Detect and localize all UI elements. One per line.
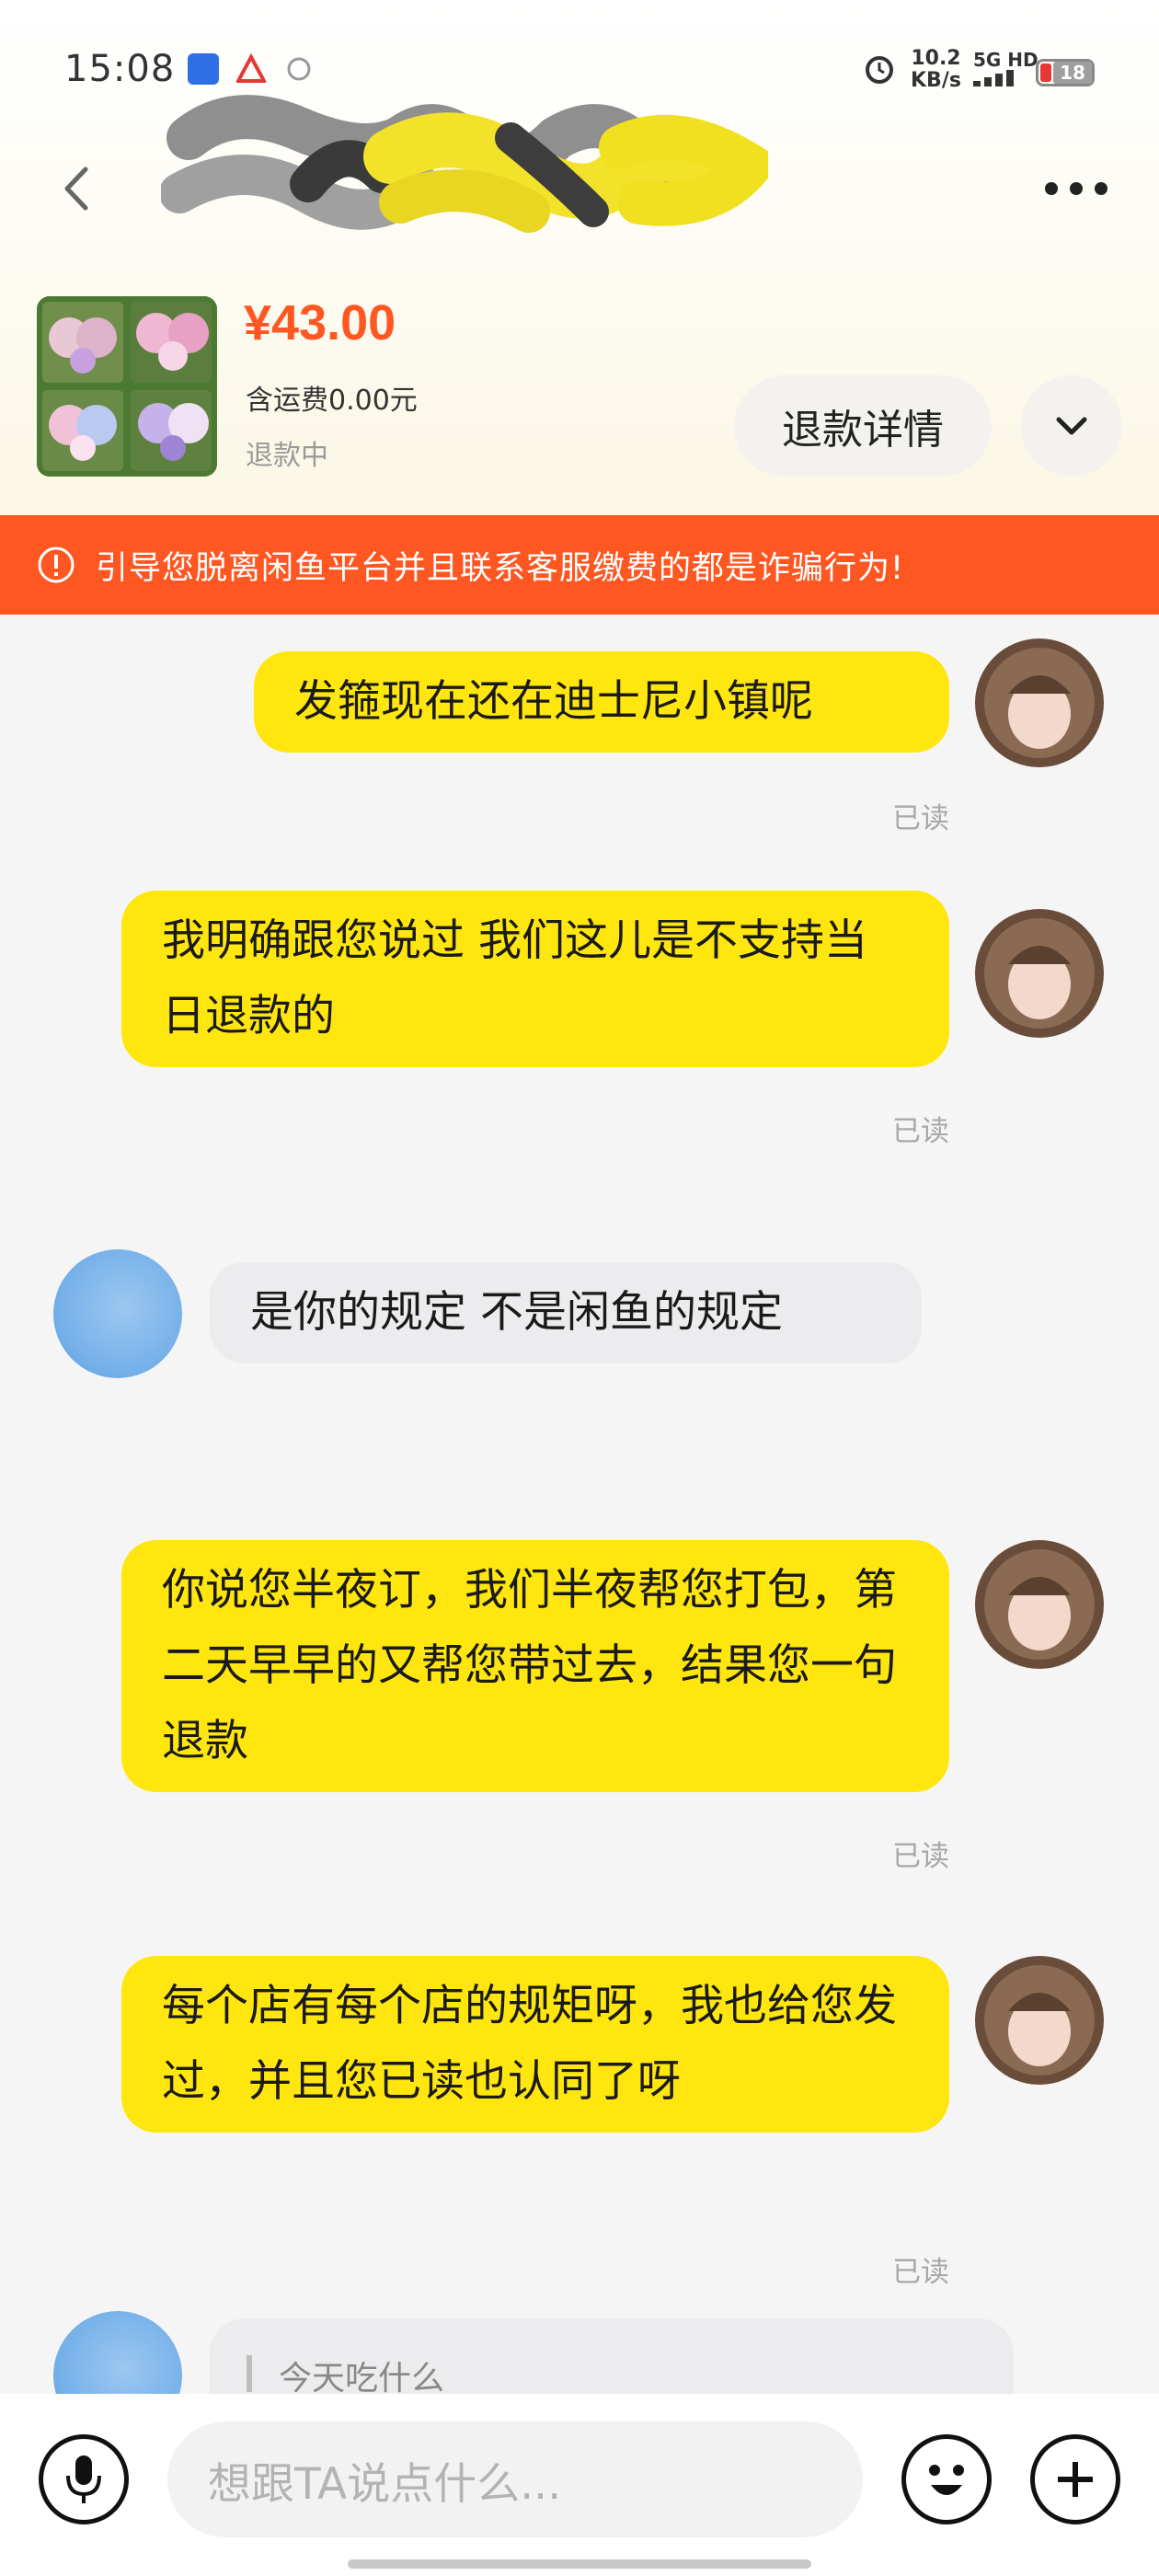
more-actions-button[interactable] bbox=[1030, 2434, 1120, 2524]
avatar-image bbox=[975, 1540, 1104, 1669]
quoted-text: 今天吃什么 bbox=[279, 2360, 445, 2394]
product-thumbnail[interactable] bbox=[37, 296, 217, 477]
message-bubble[interactable]: 我明确跟您说过 我们这儿是不支持当日退款的 bbox=[121, 891, 949, 1067]
back-arrow-icon[interactable] bbox=[51, 156, 106, 221]
voice-input-button[interactable] bbox=[39, 2434, 129, 2524]
message-bubble[interactable]: 是你的规定 不是闲鱼的规定 bbox=[210, 1262, 922, 1363]
my-avatar[interactable] bbox=[975, 909, 1104, 1038]
read-receipt: 已读 bbox=[892, 802, 949, 835]
input-bar: 想跟TA说点什么... bbox=[0, 2394, 1159, 2576]
read-receipt: 已读 bbox=[892, 2256, 949, 2289]
shipping-fee: 含运费0.00元 bbox=[246, 385, 418, 417]
quote-bar bbox=[247, 2355, 252, 2392]
order-status: 退款中 bbox=[246, 440, 328, 472]
chat-header: 15:08 10.2 KB/s 5G HD 18 ¥43.00 含运费0.00元… bbox=[0, 0, 1159, 515]
my-avatar[interactable] bbox=[975, 638, 1104, 767]
signal-bars-icon bbox=[973, 70, 1014, 86]
fraud-warning-banner: 引导您脱离闲鱼平台并且联系客服缴费的都是诈骗行为! bbox=[0, 515, 1159, 615]
network-speed-value: 10.2 bbox=[911, 47, 961, 70]
alarm-icon bbox=[866, 56, 893, 84]
home-indicator[interactable] bbox=[348, 2559, 811, 2569]
network-speed: 10.2 KB/s bbox=[911, 48, 961, 92]
avatar-image bbox=[975, 1956, 1104, 2085]
notification-app-icon bbox=[188, 53, 219, 85]
my-avatar[interactable] bbox=[975, 1540, 1104, 1669]
microphone-icon bbox=[66, 2455, 101, 2503]
warning-text: 引导您脱离闲鱼平台并且联系客服缴费的都是诈骗行为! bbox=[96, 549, 905, 587]
more-options-icon[interactable] bbox=[1035, 166, 1118, 212]
signal-label: 5G HD bbox=[973, 49, 1039, 71]
emoji-button[interactable] bbox=[901, 2434, 992, 2524]
smiley-icon bbox=[929, 2465, 964, 2495]
avatar-image bbox=[975, 638, 1104, 767]
headband-product-image bbox=[37, 296, 217, 477]
read-receipt: 已读 bbox=[892, 1840, 949, 1873]
message-bubble[interactable]: 每个店有每个店的规矩呀，我也给您发过，并且您已读也认同了呀 bbox=[121, 1956, 949, 2133]
network-speed-unit: KB/s bbox=[911, 69, 961, 92]
contact-avatar[interactable] bbox=[53, 1249, 182, 1378]
status-time: 15:08 bbox=[64, 48, 176, 90]
contact-avatar[interactable] bbox=[53, 2311, 182, 2394]
battery-fill bbox=[1040, 63, 1051, 82]
message-bubble[interactable]: 你说您半夜订，我们半夜帮您打包，第二天早早的又帮您带过去，结果您一句退款 bbox=[121, 1540, 949, 1792]
battery-icon: 18 bbox=[1036, 59, 1095, 86]
plus-icon bbox=[1058, 2462, 1093, 2497]
exclamation-circle-icon bbox=[38, 546, 75, 583]
refund-details-button[interactable]: 退款详情 bbox=[734, 375, 992, 477]
quoted-message-bubble[interactable]: 今天吃什么 bbox=[210, 2318, 1014, 2394]
my-avatar[interactable] bbox=[975, 1956, 1104, 2085]
battery-level: 18 bbox=[1053, 62, 1092, 84]
expand-button[interactable] bbox=[1021, 375, 1122, 477]
chat-messages[interactable]: 发箍现在还在迪士尼小镇呢 已读 我明确跟您说过 我们这儿是不支持当日退款的 已读… bbox=[0, 615, 1159, 2394]
warning-triangle-icon bbox=[235, 53, 267, 83]
read-receipt: 已读 bbox=[892, 1115, 949, 1148]
avatar-image bbox=[975, 909, 1104, 1038]
sync-icon bbox=[287, 57, 311, 81]
message-input[interactable]: 想跟TA说点什么... bbox=[167, 2421, 863, 2537]
product-price: ¥43.00 bbox=[244, 295, 396, 351]
signal-indicator: 5G HD bbox=[973, 50, 1039, 90]
chevron-down-icon bbox=[1056, 417, 1087, 435]
message-bubble[interactable]: 发箍现在还在迪士尼小镇呢 bbox=[254, 651, 949, 753]
redacted-name-scribble bbox=[161, 95, 768, 233]
